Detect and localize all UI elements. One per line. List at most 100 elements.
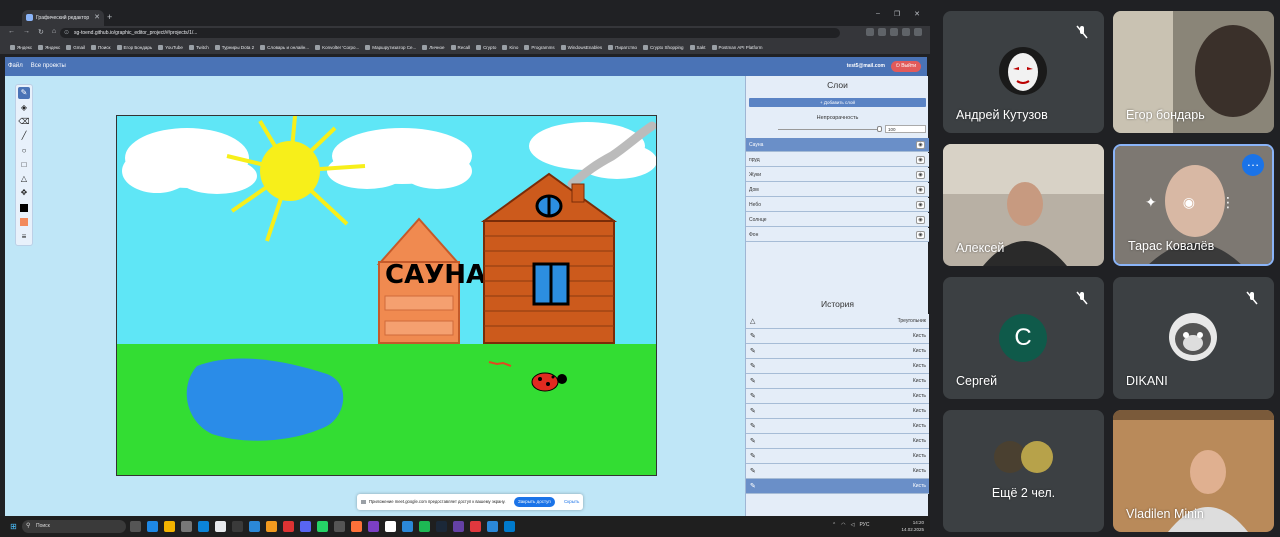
eye-icon[interactable]: ◉ (916, 231, 925, 239)
history-item[interactable]: ✎ Кисть (746, 344, 929, 359)
opacity-slider-track[interactable] (778, 129, 880, 130)
extension-icon[interactable] (866, 28, 874, 36)
app-icon[interactable] (453, 521, 464, 532)
eye-icon[interactable]: ◉ (916, 141, 925, 149)
bookmark-item[interactable]: Postman API Platform (711, 44, 763, 50)
brush-icon[interactable]: ✎ (18, 87, 30, 99)
drawing-canvas[interactable]: САУНА (116, 115, 657, 476)
telegram-icon[interactable] (249, 521, 260, 532)
bookmark-item[interactable]: Яндекс (10, 44, 32, 50)
app-icon[interactable] (470, 521, 481, 532)
app-icon[interactable] (232, 521, 243, 532)
eye-icon[interactable]: ◉ (916, 186, 925, 194)
bookmark-item[interactable]: YouTube (158, 44, 183, 50)
firefox-icon[interactable] (351, 521, 362, 532)
bookmark-item[interactable]: Twitch (188, 44, 209, 50)
home-icon[interactable]: ⌂ (52, 28, 56, 36)
chevron-up-icon[interactable]: ⌃ (832, 522, 836, 528)
eye-icon[interactable]: ◉ (916, 156, 925, 164)
eye-icon[interactable]: ◉ (916, 171, 925, 179)
browser-tab[interactable]: Графический редактор ✕ (22, 10, 104, 26)
add-layer-button[interactable]: + Добавить слой (749, 98, 926, 107)
forward-icon[interactable]: → (23, 28, 30, 36)
taskbar-search[interactable]: ⚲ Поиск (22, 520, 126, 533)
move-icon[interactable]: ✥ (18, 187, 30, 199)
close-window-icon[interactable]: ✕ (914, 10, 920, 18)
app-icon[interactable] (283, 521, 294, 532)
bookmark-item[interactable]: Sakt (689, 44, 706, 50)
secondary-color[interactable] (18, 216, 30, 228)
history-item[interactable]: △ Треугольник (746, 314, 929, 329)
menu-file[interactable]: Файл (8, 57, 23, 76)
bookmark-item[interactable]: Пиратство (608, 44, 637, 50)
bookmark-item[interactable]: Programms (524, 44, 555, 50)
participant-tile[interactable]: Алексей (943, 144, 1104, 266)
close-tab-icon[interactable]: ✕ (94, 10, 100, 26)
discord-icon[interactable] (300, 521, 311, 532)
app-icon[interactable] (368, 521, 379, 532)
participant-tile[interactable]: Ещё 2 чел. (943, 410, 1104, 532)
bookmark-item[interactable]: Crypto (476, 44, 496, 50)
bookmark-item[interactable]: Маршрутизатор Се... (365, 44, 416, 50)
kebab-menu-icon[interactable] (914, 28, 922, 36)
history-item[interactable]: ✎ Кисть (746, 464, 929, 479)
app-icon[interactable] (181, 521, 192, 532)
history-item[interactable]: ✎ Кисть (746, 404, 929, 419)
mic-icon[interactable]: ◉ (1183, 194, 1195, 211)
opacity-input[interactable]: 100 (885, 125, 926, 133)
menu-icon[interactable]: ≡ (18, 231, 30, 243)
participant-tile[interactable]: Андрей Кутузов (943, 11, 1104, 133)
rectangle-icon[interactable]: □ (18, 159, 30, 171)
reload-icon[interactable]: ↻ (38, 28, 44, 36)
layer-item[interactable]: Дом ◉ (746, 183, 929, 197)
clock[interactable]: 14:20 14.02.2025 (901, 519, 924, 533)
participant-tile[interactable]: Егор бондарь (1113, 11, 1274, 133)
bookmark-item[interactable]: Турниры Dota 2 (214, 44, 254, 50)
triangle-icon[interactable]: △ (18, 173, 30, 185)
app-icon[interactable] (198, 521, 209, 532)
app-icon[interactable] (487, 521, 498, 532)
app-icon[interactable] (266, 521, 277, 532)
history-item[interactable]: ✎ Кисть (746, 449, 929, 464)
app-icon[interactable] (385, 521, 396, 532)
vscode-icon[interactable] (504, 521, 515, 532)
layer-item[interactable]: Солнце ◉ (746, 213, 929, 227)
bookmark-item[interactable]: Crypto Shopping (642, 44, 684, 50)
hide-notice-link[interactable]: Скрыть (564, 494, 579, 510)
history-item[interactable]: ✎ Кисть (746, 359, 929, 374)
wifi-icon[interactable]: ◠ (841, 522, 845, 528)
extension-icon[interactable] (890, 28, 898, 36)
app-icon[interactable] (402, 521, 413, 532)
menu-all-projects[interactable]: Все проекты (31, 57, 66, 76)
bookmark-item[interactable]: Recall (450, 44, 470, 50)
participant-tile[interactable]: Vladilen Minin (1113, 410, 1274, 532)
bookmark-item[interactable]: Gmail (66, 44, 85, 50)
history-item[interactable]: ✎ Кисть (746, 419, 929, 434)
windows-start-icon[interactable]: ⊞ (10, 522, 17, 531)
fill-icon[interactable]: ◈ (18, 102, 30, 114)
bookmark-item[interactable]: Kino (502, 44, 518, 50)
edge-icon[interactable] (147, 521, 158, 532)
chrome-icon[interactable] (215, 521, 226, 532)
bookmark-item[interactable]: Личное (422, 44, 445, 50)
explorer-icon[interactable] (164, 521, 175, 532)
volume-icon[interactable]: ◁ (851, 522, 855, 528)
language-indicator[interactable]: РУС (859, 522, 869, 528)
history-item[interactable]: ✎ Кисть (746, 479, 929, 494)
steam-icon[interactable] (436, 521, 447, 532)
minimize-icon[interactable]: – (876, 10, 880, 18)
more-vert-icon[interactable]: ⋮ (1221, 194, 1235, 211)
line-icon[interactable]: ╱ (18, 130, 30, 142)
history-item[interactable]: ✎ Кисть (746, 329, 929, 344)
back-icon[interactable]: ← (8, 28, 15, 36)
eye-icon[interactable]: ◉ (916, 201, 925, 209)
spotify-icon[interactable] (419, 521, 430, 532)
circle-icon[interactable]: ○ (18, 145, 30, 157)
layer-item[interactable]: Сауна ◉ (746, 138, 929, 152)
whatsapp-icon[interactable] (317, 521, 328, 532)
pin-icon[interactable]: ✦ (1145, 194, 1157, 211)
opacity-slider-knob[interactable] (877, 126, 882, 132)
site-info-icon[interactable]: ⊙ (64, 28, 69, 38)
eraser-icon[interactable]: ⌫ (18, 116, 30, 128)
history-item[interactable]: ✎ Кисть (746, 434, 929, 449)
